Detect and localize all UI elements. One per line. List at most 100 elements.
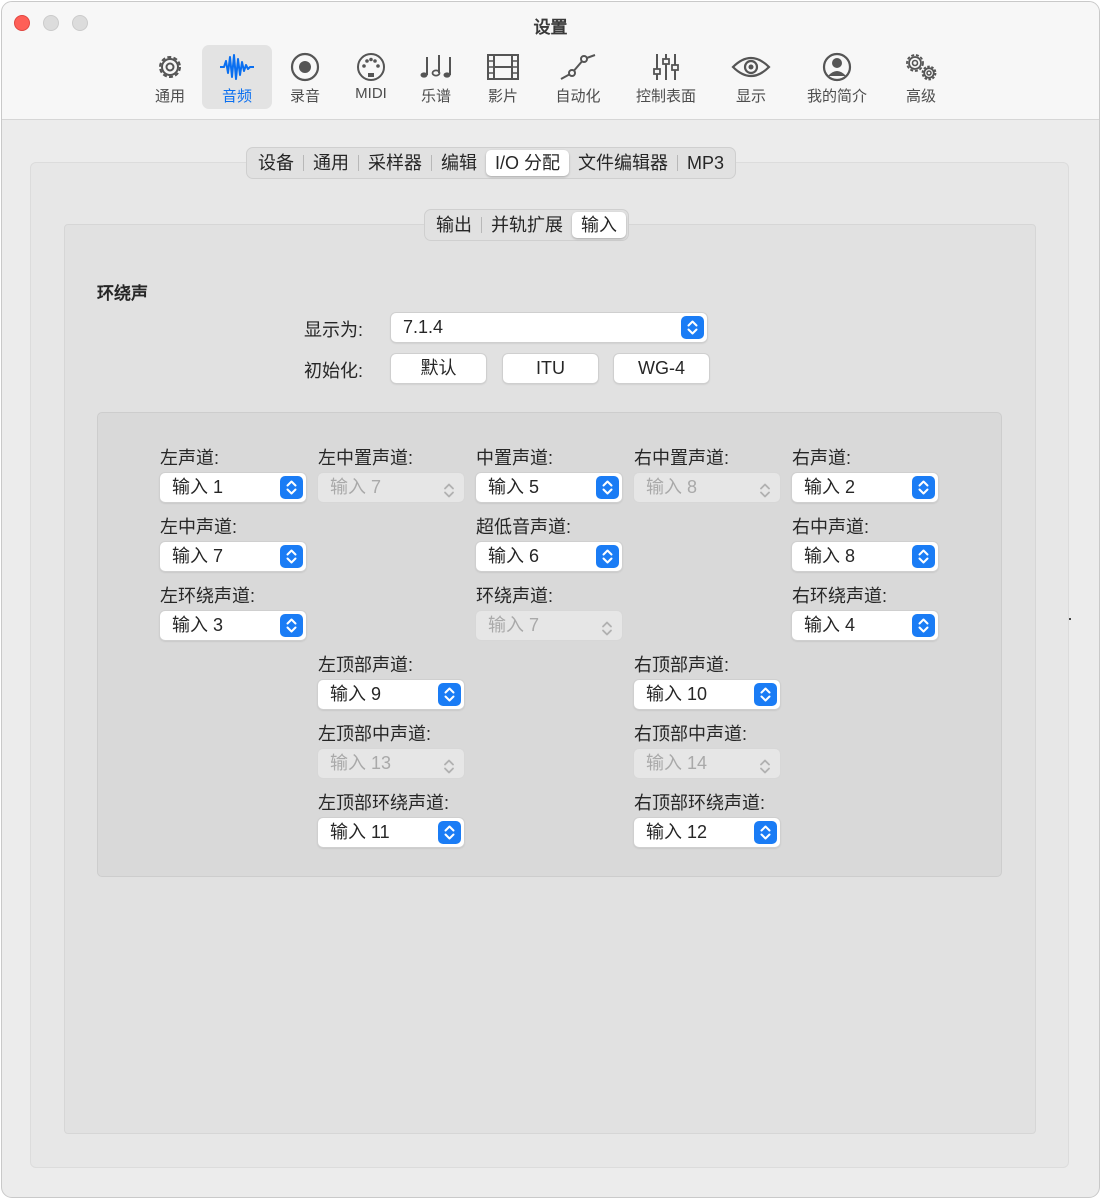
- toolbar-label: 我的简介: [806, 88, 867, 105]
- chevron-updown-icon: [596, 476, 619, 499]
- tab-editing[interactable]: 编辑: [432, 150, 486, 176]
- right-mid-channel-select[interactable]: 输入 8: [792, 542, 938, 571]
- chevron-updown-icon: [912, 614, 935, 637]
- lfe-channel-select[interactable]: 输入 6: [476, 542, 622, 571]
- toolbar-advanced[interactable]: 高级: [896, 45, 946, 109]
- toolbar-label: 高级: [905, 88, 936, 105]
- surround-channel-value: 输入 7: [488, 615, 540, 635]
- toolbar-label: 通用: [154, 88, 185, 105]
- gears-icon: [906, 54, 937, 81]
- toolbar-automation[interactable]: 自动化: [548, 45, 608, 109]
- right-top-surround-channel-value: 输入 12: [646, 822, 708, 842]
- right-top-channel-select[interactable]: 输入 10: [634, 680, 780, 709]
- chevron-updown-icon: [599, 617, 615, 636]
- left-top-surround-channel-label: 左顶部环绕声道:: [318, 793, 450, 813]
- right-center-channel-value: 输入 8: [646, 477, 698, 497]
- chevron-updown-icon: [438, 683, 461, 706]
- chevron-updown-icon: [754, 683, 777, 706]
- lfe-channel-label: 超低音声道:: [476, 517, 572, 537]
- toolbar-control-surfaces[interactable]: 控制表面: [630, 45, 702, 109]
- left-channel-value: 输入 1: [172, 477, 224, 497]
- tab-mp3[interactable]: MP3: [678, 150, 733, 176]
- stray-dot: [1069, 618, 1071, 620]
- music-notes-icon: [420, 55, 451, 78]
- right-surround-channel-value: 输入 4: [804, 615, 856, 635]
- toolbar-label: 音频: [221, 88, 252, 105]
- right-channel-label: 右声道:: [792, 448, 852, 468]
- right-top-channel-value: 输入 10: [646, 684, 708, 704]
- toolbar-label: 自动化: [555, 88, 601, 105]
- left-channel-label: 左声道:: [160, 448, 220, 468]
- left-top-surround-channel-select[interactable]: 输入 11: [318, 818, 464, 847]
- toolbar-label: 显示: [735, 88, 766, 105]
- center-channel-value: 输入 5: [488, 477, 540, 497]
- chevron-updown-icon: [912, 476, 935, 499]
- toolbar-my-info[interactable]: 我的简介: [802, 45, 872, 109]
- tab-io-assignments[interactable]: I/O 分配: [486, 150, 570, 176]
- section-title: 环绕声: [97, 284, 148, 303]
- toolbar-movie[interactable]: 影片: [480, 45, 526, 109]
- show-as-value: 7.1.4: [403, 317, 444, 337]
- left-mid-channel-select[interactable]: 输入 7: [160, 542, 306, 571]
- toolbar-audio[interactable]: 音频: [202, 45, 272, 109]
- init-wg4-button[interactable]: WG-4: [614, 354, 709, 383]
- tab-general[interactable]: 通用: [304, 150, 358, 176]
- left-center-channel-value: 输入 7: [330, 477, 382, 497]
- chevron-updown-icon: [280, 614, 303, 637]
- toolbar-display[interactable]: 显示: [726, 45, 776, 109]
- tab-input[interactable]: 输入: [572, 212, 626, 238]
- lfe-channel-value: 输入 6: [488, 546, 540, 566]
- init-default-button[interactable]: 默认: [391, 354, 486, 383]
- initialize-label: 初始化:: [304, 361, 364, 381]
- chevron-updown-icon: [280, 476, 303, 499]
- right-top-channel-label: 右顶部声道:: [634, 655, 730, 675]
- right-channel-value: 输入 2: [804, 477, 856, 497]
- right-mid-channel-value: 输入 8: [804, 546, 856, 566]
- chevron-updown-icon: [596, 545, 619, 568]
- right-mid-channel-label: 右中声道:: [792, 517, 870, 537]
- toolbar-label: MIDI: [355, 85, 387, 102]
- toolbar-midi[interactable]: MIDI: [346, 45, 396, 109]
- right-top-surround-channel-label: 右顶部环绕声道:: [634, 793, 766, 813]
- title-bar: 设置 通用 音频 录音 MIDI 乐谱 影片 自动化 控制表面 显示 我的简介 …: [2, 2, 1099, 120]
- tab-output[interactable]: 输出: [427, 212, 481, 238]
- left-channel-select[interactable]: 输入 1: [160, 473, 306, 502]
- tab-bounce-extensions[interactable]: 并轨扩展: [482, 212, 572, 238]
- left-top-channel-label: 左顶部声道:: [318, 655, 414, 675]
- toolbar-record[interactable]: 录音: [282, 45, 328, 109]
- right-top-mid-channel-label: 右顶部中声道:: [634, 724, 748, 744]
- init-itu-button[interactable]: ITU: [503, 354, 598, 383]
- tab-file-editor[interactable]: 文件编辑器: [569, 150, 677, 176]
- person-icon: [822, 52, 852, 82]
- left-mid-channel-value: 输入 7: [172, 546, 224, 566]
- toolbar-score[interactable]: 乐谱: [413, 45, 459, 109]
- left-top-mid-channel-value: 输入 13: [330, 753, 392, 773]
- record-icon: [290, 52, 320, 82]
- automation-curve-icon: [560, 54, 596, 80]
- left-surround-channel-value: 输入 3: [172, 615, 224, 635]
- window-title: 设置: [533, 18, 568, 37]
- right-top-surround-channel-select[interactable]: 输入 12: [634, 818, 780, 847]
- tab-devices[interactable]: 设备: [249, 150, 303, 176]
- right-surround-channel-select[interactable]: 输入 4: [792, 611, 938, 640]
- tab-sampler[interactable]: 采样器: [359, 150, 431, 176]
- show-as-label: 显示为:: [304, 320, 364, 340]
- toolbar-general[interactable]: 通用: [142, 45, 198, 109]
- film-icon: [487, 54, 519, 80]
- chevron-updown-icon: [912, 545, 935, 568]
- right-top-mid-channel-select: 输入 14: [634, 749, 780, 778]
- show-as-select[interactable]: 7.1.4: [391, 313, 707, 342]
- chevron-updown-icon: [441, 479, 457, 498]
- center-channel-select[interactable]: 输入 5: [476, 473, 622, 502]
- midi-connector-icon: [357, 53, 385, 81]
- left-top-channel-select[interactable]: 输入 9: [318, 680, 464, 709]
- right-channel-select[interactable]: 输入 2: [792, 473, 938, 502]
- center-channel-label: 中置声道:: [476, 448, 554, 468]
- left-center-channel-label: 左中置声道:: [318, 448, 414, 468]
- toolbar-label: 控制表面: [635, 88, 696, 105]
- left-surround-channel-select[interactable]: 输入 3: [160, 611, 306, 640]
- chevron-updown-icon: [438, 821, 461, 844]
- right-center-channel-select: 输入 8: [634, 473, 780, 502]
- chevron-updown-icon: [681, 316, 704, 339]
- chevron-updown-icon: [754, 821, 777, 844]
